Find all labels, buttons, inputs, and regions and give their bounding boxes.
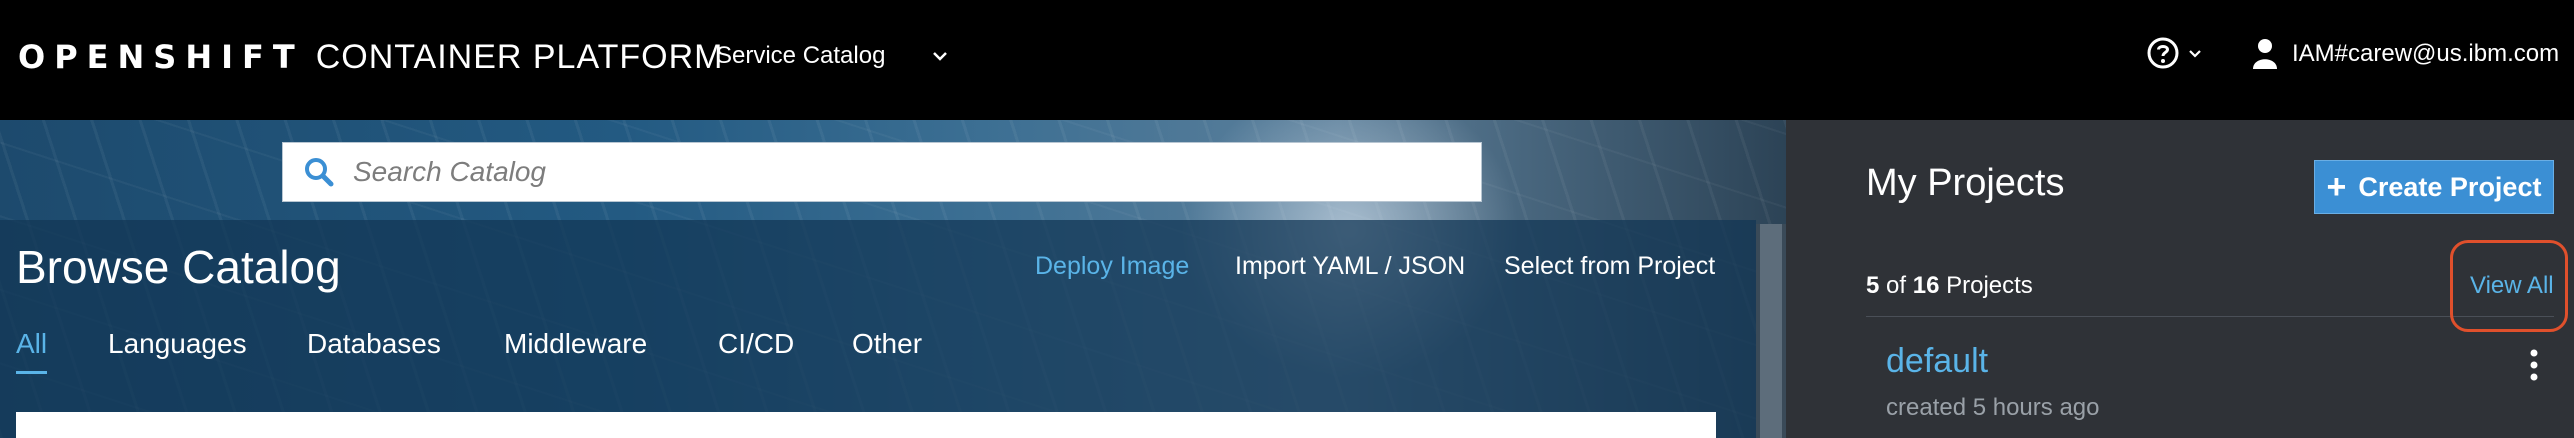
count-total: 16 — [1912, 272, 1940, 299]
catalog-hero: Browse Catalog Deploy Image Import YAML … — [0, 120, 1786, 438]
plus-icon: + — [2326, 167, 2347, 206]
tab-cicd[interactable]: CI/CD — [718, 328, 794, 360]
user-icon — [2253, 39, 2277, 69]
user-menu[interactable]: IAM#carew@us.ibm.com — [2252, 38, 2559, 70]
tab-middleware[interactable]: Middleware — [504, 328, 647, 360]
brand-name: OPENSHIFT — [18, 38, 304, 76]
tab-all[interactable]: All — [16, 328, 48, 374]
panel-title: My Projects — [1866, 162, 2065, 204]
view-all-highlight — [2450, 240, 2568, 332]
deploy-image-link[interactable]: Deploy Image — [1035, 252, 1189, 281]
user-name: IAM#carew@us.ibm.com — [2292, 40, 2560, 67]
context-selector-label: Service Catalog — [716, 42, 886, 69]
project-count: 5 of 16 Projects — [1866, 272, 2033, 300]
brand-product: CONTAINER PLATFORM — [315, 38, 724, 76]
tab-databases[interactable]: Databases — [307, 328, 441, 360]
kebab-menu-icon[interactable] — [2526, 348, 2542, 382]
create-project-button[interactable]: + Create Project — [2314, 160, 2554, 214]
count-shown: 5 — [1866, 272, 1880, 299]
search-box[interactable] — [282, 142, 1482, 202]
project-created: created 5 hours ago — [1886, 394, 2100, 421]
masthead: OPENSHIFT CONTAINER PLATFORM Service Cata… — [0, 0, 2574, 120]
help-menu[interactable] — [2146, 36, 2204, 70]
chevron-down-icon — [2189, 50, 2201, 58]
create-project-label: Create Project — [2358, 171, 2542, 202]
tab-other[interactable]: Other — [852, 328, 922, 360]
import-yaml-link[interactable]: Import YAML / JSON — [1235, 252, 1465, 281]
count-of: of — [1886, 272, 1907, 299]
help-icon — [2147, 37, 2179, 69]
search-input[interactable] — [353, 156, 1453, 188]
category-tabs: All Languages Databases Middleware CI/CD… — [0, 316, 1756, 380]
select-from-project-link[interactable]: Select from Project — [1504, 252, 1715, 281]
search-icon — [305, 158, 334, 187]
catalog-content-card — [16, 412, 1716, 438]
context-selector[interactable]: Service Catalog — [716, 42, 951, 70]
page-title: Browse Catalog — [16, 241, 341, 293]
scrollbar-thumb[interactable] — [1760, 224, 1782, 438]
brand-logo[interactable]: OPENSHIFT CONTAINER PLATFORM — [18, 38, 723, 77]
chevron-down-icon — [933, 52, 948, 61]
tab-languages[interactable]: Languages — [108, 328, 247, 360]
count-label: Projects — [1946, 272, 2033, 299]
project-name-link[interactable]: default — [1886, 342, 1988, 381]
